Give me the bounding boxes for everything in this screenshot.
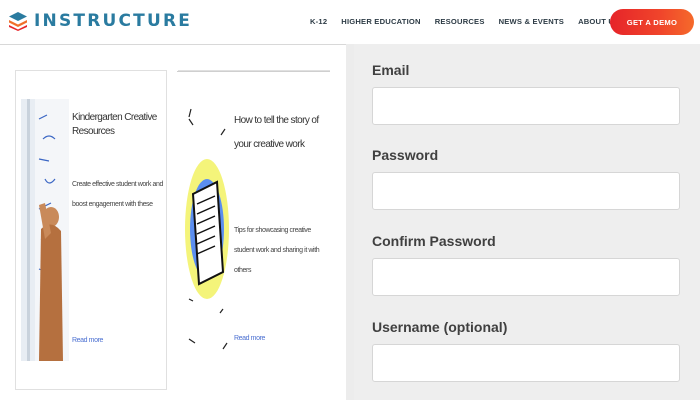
password-field[interactable] — [372, 172, 680, 210]
site-header: INSTRUCTURE K-12 HIGHER EDUCATION RESOUR… — [0, 0, 700, 44]
nav-item-news-events[interactable]: NEWS & EVENTS — [499, 17, 564, 26]
resource-card[interactable]: Kindergarten Creative Resources Create e… — [15, 70, 167, 390]
resources-panel: Kindergarten Creative Resources Create e… — [0, 44, 350, 400]
card-title[interactable]: Kindergarten Creative Resources — [72, 111, 164, 139]
resource-card[interactable]: How to tell the story of your creative w… — [177, 70, 330, 390]
email-label: Email — [372, 62, 410, 78]
password-label: Password — [372, 147, 439, 163]
card-title[interactable]: How to tell the story of your creative w… — [234, 109, 330, 157]
confirm-password-field[interactable] — [372, 258, 680, 296]
signup-form: Email Password Confirm Password Username… — [354, 44, 700, 400]
instructure-logo-icon — [9, 12, 27, 31]
teacher-whiteboard-image — [21, 99, 69, 361]
read-more-link[interactable]: Read more — [72, 337, 103, 344]
card-description: Create effective student work and boost … — [72, 181, 163, 208]
confirm-password-label: Confirm Password — [372, 233, 496, 249]
card-description: Tips for showcasing creative student wor… — [234, 227, 320, 274]
get-a-demo-button[interactable]: GET A DEMO — [610, 9, 694, 35]
column-divider — [346, 44, 354, 400]
brand-name: INSTRUCTURE — [34, 11, 193, 31]
nav-item-higher-education[interactable]: HIGHER EDUCATION — [341, 17, 420, 26]
nav-item-k12[interactable]: K-12 — [310, 17, 327, 26]
main-nav: K-12 HIGHER EDUCATION RESOURCES NEWS & E… — [310, 17, 633, 26]
username-label: Username (optional) — [372, 319, 508, 335]
nav-item-resources[interactable]: RESOURCES — [435, 17, 485, 26]
read-more-link[interactable]: Read more — [234, 335, 265, 342]
panel-divider — [0, 44, 350, 45]
email-field[interactable] — [372, 87, 680, 125]
brand-logo[interactable]: INSTRUCTURE — [8, 11, 192, 31]
document-illustration-image — [183, 99, 231, 361]
username-field[interactable] — [372, 344, 680, 382]
